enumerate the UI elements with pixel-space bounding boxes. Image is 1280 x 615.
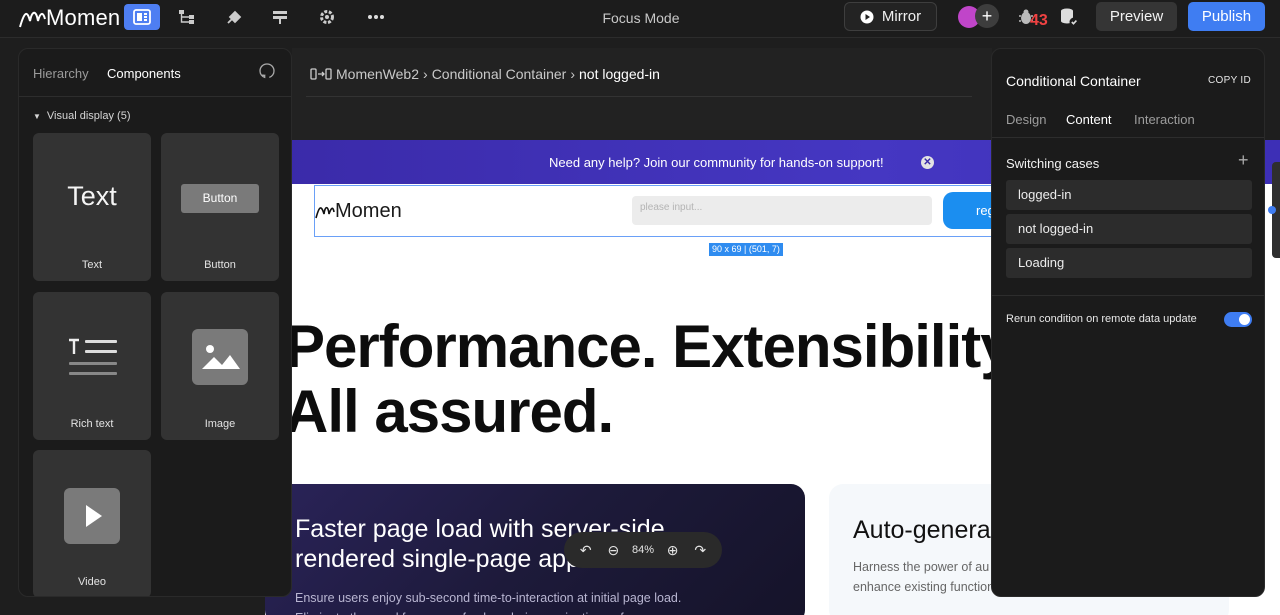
component-tile-button[interactable]: Button Button: [161, 133, 279, 281]
image-icon: [192, 329, 248, 385]
component-label: Image: [204, 418, 236, 430]
database-check-icon[interactable]: [1059, 7, 1079, 27]
ellipsis-icon: [368, 15, 384, 19]
rerun-condition-toggle[interactable]: [1224, 312, 1252, 327]
case-item-loading[interactable]: Loading: [1006, 248, 1252, 278]
tab-hierarchy[interactable]: Hierarchy: [33, 66, 89, 81]
feature-card-autogen-title: Auto-genera: [853, 516, 991, 544]
section-divider: [992, 295, 1264, 296]
focus-mode-toggle[interactable]: Focus Mode: [560, 10, 722, 26]
site-search-input[interactable]: please input...: [632, 196, 932, 225]
more-button[interactable]: [358, 4, 394, 30]
component-label: Rich text: [70, 418, 114, 430]
add-case-icon[interactable]: +: [1238, 150, 1249, 171]
rich-text-icon: [69, 338, 117, 375]
component-tile-image[interactable]: Image: [161, 292, 279, 440]
banner-close-icon[interactable]: ✕: [921, 156, 934, 169]
component-label: Text: [81, 259, 103, 271]
caret-down-icon: ▼: [33, 112, 41, 121]
component-label: Button: [204, 259, 236, 271]
banner-text: Need any help? Join our community for ha…: [549, 155, 884, 170]
hero-headline: Performance. Extensibility. S All assure…: [285, 313, 1080, 445]
left-panel: Hierarchy Components ▼ Visual display (5)…: [18, 48, 292, 597]
hierarchy-icon: [179, 10, 194, 24]
right-panel: Conditional Container COPY ID Design Con…: [991, 48, 1265, 597]
undo-icon[interactable]: ↶: [577, 542, 595, 559]
site-logo[interactable]: Momen: [315, 200, 402, 223]
button-preview: Button: [181, 184, 259, 213]
momen-logo-mark-icon: [19, 11, 46, 28]
components-button[interactable]: [262, 4, 298, 30]
tab-content[interactable]: Content: [1066, 112, 1112, 127]
github-icon[interactable]: [259, 63, 275, 79]
tab-interaction[interactable]: Interaction: [1134, 112, 1195, 127]
tabs-divider: [992, 137, 1264, 138]
data-model-button[interactable]: [169, 4, 205, 30]
tab-design[interactable]: Design: [1006, 112, 1046, 127]
selected-component-title: Conditional Container: [1006, 73, 1141, 89]
video-play-icon: [64, 488, 120, 544]
left-panel-tabs: Hierarchy Components: [19, 49, 291, 97]
hero-line-1: Performance. Extensibility. S: [285, 313, 1080, 380]
mirror-label: Mirror: [881, 8, 922, 25]
text-preview: Text: [67, 181, 117, 211]
logo-text: Momen: [46, 5, 121, 30]
zoom-out-icon[interactable]: ⊖: [604, 542, 622, 559]
gear-icon: [320, 10, 334, 24]
sliders-icon: [273, 11, 287, 24]
tab-components[interactable]: Components: [107, 66, 181, 81]
pages-view-button[interactable]: [124, 4, 160, 30]
component-tile-rich-text[interactable]: Rich text: [33, 292, 151, 440]
settings-button[interactable]: [309, 4, 345, 30]
site-logo-mark-icon: [315, 206, 335, 219]
layout-icon: [133, 9, 151, 25]
preview-button[interactable]: Preview: [1096, 2, 1177, 31]
top-toolbar: Momen Focus Mode Mirror + 43 Preview Pub…: [0, 0, 1280, 38]
switching-cases-heading: Switching cases: [1006, 156, 1100, 171]
section-title: Visual display (5): [46, 110, 131, 122]
mirror-button[interactable]: Mirror: [844, 2, 937, 31]
component-label: Video: [78, 576, 106, 588]
breadcrumb: MomenWeb2 › Conditional Container › not …: [310, 66, 660, 82]
breadcrumb-separator: ›: [423, 66, 428, 82]
breadcrumb-item-current[interactable]: not logged-in: [579, 66, 660, 82]
feature-card-ssr: Faster page load with server-side render…: [265, 484, 805, 615]
zoom-control: ↶ ⊖ 84% ⊕ ↷: [564, 532, 722, 568]
case-item-logged-in[interactable]: logged-in: [1006, 180, 1252, 210]
rerun-condition-label: Rerun condition on remote data update: [1006, 313, 1197, 325]
bug-count-badge: 43: [1030, 12, 1048, 29]
publish-button[interactable]: Publish: [1188, 2, 1265, 31]
component-tile-text[interactable]: Text Text: [33, 133, 151, 281]
hero-line-2: All assured.: [285, 378, 614, 445]
component-tile-video[interactable]: Video: [33, 450, 151, 596]
copy-id-button[interactable]: COPY ID: [1208, 75, 1251, 86]
breadcrumb-bar: [292, 48, 992, 140]
case-item-not-logged-in[interactable]: not logged-in: [1006, 214, 1252, 244]
feature-card-ssr-text: Ensure users enjoy sub-second time-to-in…: [295, 591, 682, 615]
breadcrumb-separator: ›: [570, 66, 575, 82]
play-circle-icon: [860, 10, 874, 23]
redo-icon[interactable]: ↷: [691, 542, 709, 559]
plug-icon: [227, 10, 242, 24]
zoom-in-icon[interactable]: ⊕: [664, 542, 682, 559]
visual-display-section[interactable]: ▼ Visual display (5): [33, 110, 130, 122]
breadcrumb-item-container[interactable]: Conditional Container: [432, 66, 567, 82]
container-icon: [310, 68, 332, 80]
zoom-level: 84%: [631, 544, 655, 556]
right-edge-indicator: [1268, 206, 1276, 214]
site-logo-text: Momen: [335, 200, 402, 222]
breadcrumb-item-app[interactable]: MomenWeb2: [336, 66, 419, 82]
momen-logo[interactable]: Momen: [18, 5, 120, 31]
invite-collaborator-button[interactable]: +: [975, 4, 999, 28]
actionflow-button[interactable]: [216, 4, 252, 30]
selection-dimension-tag: 90 x 69 | (501, 7): [709, 243, 783, 256]
breadcrumb-divider: [306, 96, 972, 97]
